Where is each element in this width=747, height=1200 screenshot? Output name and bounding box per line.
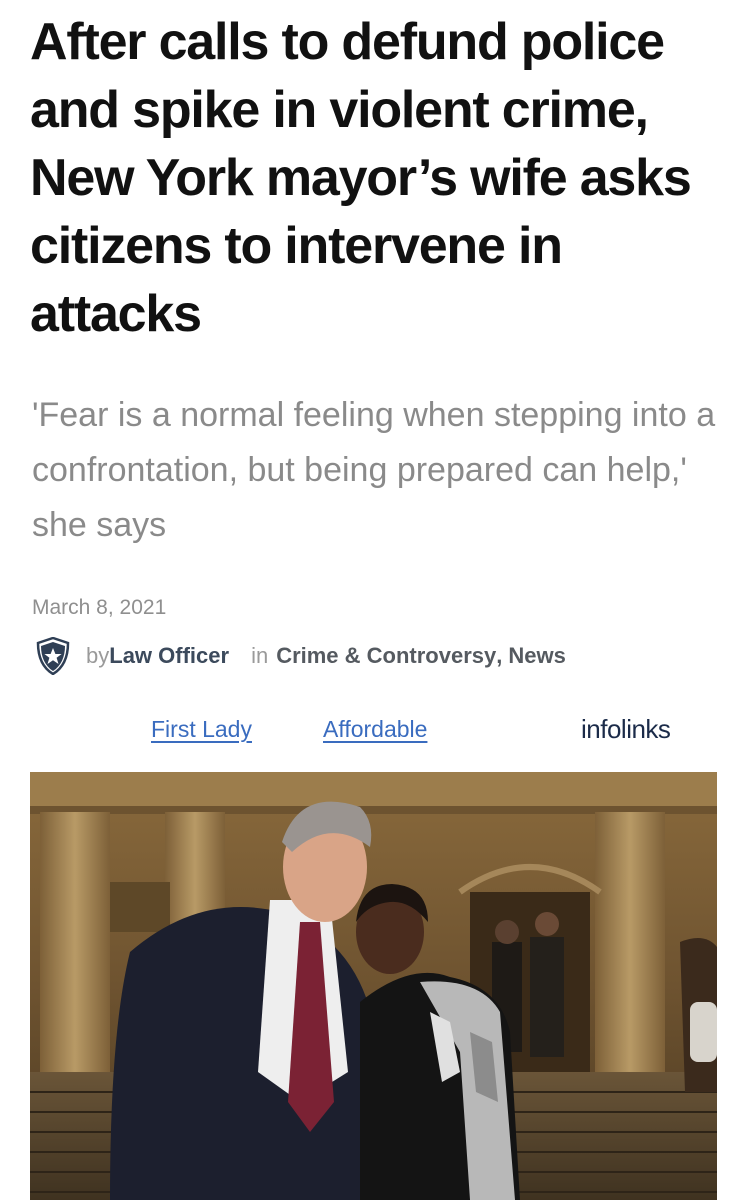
byline-by-label: by — [86, 643, 110, 668]
category-link-news[interactable]: News — [508, 643, 565, 669]
ad-link-affordable[interactable]: Affordable — [323, 716, 427, 743]
category-link-crime[interactable]: Crime & Controversy — [276, 643, 496, 669]
article-subheadline: 'Fear is a normal feeling when stepping … — [32, 396, 716, 544]
article-byline: by Law Officer in Crime & Controversy, N… — [36, 636, 566, 676]
ad-links-bar: First Lady Affordable infolinks — [0, 712, 747, 752]
article-headline: After calls to defund police and spike i… — [30, 13, 692, 343]
infolinks-logo[interactable]: infolinks — [581, 714, 671, 745]
ad-link-first-lady[interactable]: First Lady — [151, 716, 252, 743]
publish-date: March 8, 2021 — [32, 596, 167, 619]
category-separator: , — [496, 643, 503, 668]
article-photo — [30, 772, 717, 1200]
byline-in-label: in — [251, 643, 269, 668]
author-link[interactable]: Law Officer — [109, 643, 229, 669]
shield-star-icon — [36, 636, 70, 676]
